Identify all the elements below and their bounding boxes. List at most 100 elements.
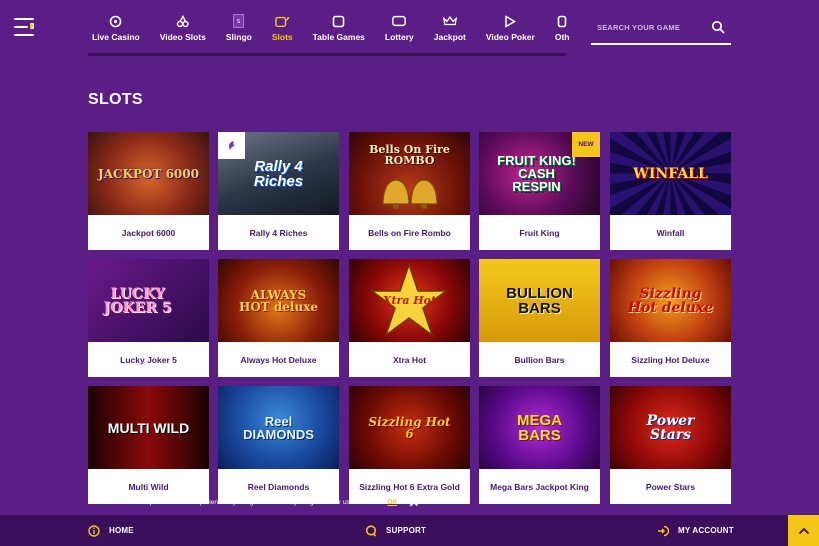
game-card-lucky-joker-5[interactable]: LUCKY JOKER 5 Lucky Joker 5	[88, 259, 209, 377]
search-input[interactable]	[591, 14, 701, 40]
game-logo-text: Reel DIAMONDS	[243, 413, 314, 442]
provider-badge-icon	[218, 132, 245, 159]
nav-item-label: Slots	[271, 32, 293, 42]
game-title: Fruit King	[519, 227, 560, 238]
game-logo-text: ALWAYS HOT deluxe	[239, 287, 318, 314]
game-title: Rally 4 Riches	[249, 227, 308, 238]
close-icon[interactable]	[409, 497, 419, 507]
game-logo-text: LUCKY JOKER 5	[103, 285, 172, 316]
game-thumbnail: Rally 4 Riches	[218, 132, 339, 215]
game-card-jackpot-6000[interactable]: JACKPOT 6000 Jackpot 6000	[88, 132, 209, 250]
game-card-power-stars[interactable]: Power Stars Power Stars	[610, 386, 731, 504]
nav-item-label: Jackpot	[433, 32, 466, 42]
game-logo-text: MEGA BARS	[517, 411, 562, 444]
game-logo-text: Xtra Hot	[382, 294, 437, 307]
game-title: Lucky Joker 5	[120, 354, 177, 365]
slot-machine-icon	[275, 14, 290, 28]
menu-icon[interactable]	[14, 18, 38, 38]
cookie-text: We use cookies to improve the user exper…	[88, 498, 387, 506]
game-thumbnail: Reel DIAMONDS	[218, 386, 339, 469]
game-card-xtra-hot[interactable]: Xtra Hot Xtra Hot	[349, 259, 470, 377]
nav-item-table-games[interactable]: Table Games	[303, 14, 375, 48]
game-title: Sizzling Hot Deluxe	[631, 354, 710, 365]
game-card-sizzling-hot-6-extra-gold[interactable]: Sizzling Hot 6 Sizzling Hot 6 Extra Gold	[349, 386, 470, 504]
nav-item-other[interactable]: Oth	[545, 14, 580, 48]
nav-item-lottery[interactable]: Lottery	[375, 14, 424, 48]
game-thumbnail: FRUIT KING! CASH RESPIN NEW	[479, 132, 600, 215]
game-logo-text: Power Stars	[646, 412, 695, 443]
nav-item-jackpot[interactable]: Jackpot	[424, 14, 476, 48]
top-bar: Live Casino Video Slots S Slingo Slots T…	[0, 0, 819, 60]
bottom-support-button[interactable]: SUPPORT	[365, 515, 426, 546]
bells-icon	[382, 179, 438, 209]
other-icon	[555, 14, 569, 28]
game-logo-text: Sizzling Hot 6	[368, 414, 451, 441]
game-title: Always Hot Deluxe	[240, 354, 317, 365]
game-logo-text: MULTI WILD	[107, 419, 190, 436]
bottom-account-button[interactable]: MY ACCOUNT	[657, 515, 734, 546]
cookie-banner: We use cookies to improve the user exper…	[88, 497, 419, 507]
game-logo-text: WINFALL	[633, 165, 708, 182]
cherries-icon	[176, 14, 190, 28]
game-title: Bells on Fire Rombo	[368, 227, 451, 238]
game-title: Xtra Hot	[392, 354, 427, 365]
nav-item-label: Live Casino	[92, 32, 140, 42]
new-badge: NEW	[572, 132, 600, 157]
nav-item-label: Slingo	[225, 32, 252, 42]
category-nav: Live Casino Video Slots S Slingo Slots T…	[82, 14, 580, 48]
chat-icon	[365, 524, 377, 537]
nav-item-label: Table Games	[312, 32, 365, 42]
game-card-fruit-king[interactable]: FRUIT KING! CASH RESPIN NEW Fruit King	[479, 132, 600, 250]
game-thumbnail: BULLION BARS	[479, 259, 600, 342]
bottom-support-label: SUPPORT	[386, 526, 427, 535]
game-thumbnail: Sizzling Hot 6	[349, 386, 470, 469]
bottom-bar: HOME SUPPORT MY ACCOUNT	[0, 515, 819, 546]
bottom-home-label: HOME	[109, 526, 134, 535]
game-thumbnail: Sizzling Hot deluxe	[610, 259, 731, 342]
game-card-bullion-bars[interactable]: BULLION BARS Bullion Bars	[479, 259, 600, 377]
game-card-multi-wild[interactable]: MULTI WILD Multi Wild	[88, 386, 209, 504]
game-card-rally-4-riches[interactable]: Rally 4 Riches Rally 4 Riches	[218, 132, 339, 250]
game-card-winfall[interactable]: WINFALL Winfall	[610, 132, 731, 250]
nav-item-slingo[interactable]: S Slingo	[216, 14, 262, 48]
slingo-card-icon: S	[232, 14, 246, 28]
scroll-to-top-button[interactable]	[788, 515, 819, 546]
section-title: SLOTS	[88, 91, 143, 108]
login-icon	[657, 525, 670, 537]
game-thumbnail: LUCKY JOKER 5	[88, 259, 209, 342]
crown-icon	[442, 14, 457, 28]
game-card-mega-bars-jackpot-king[interactable]: MEGA BARS Mega Bars Jackpot King	[479, 386, 600, 504]
game-card-always-hot-deluxe[interactable]: ALWAYS HOT deluxe Always Hot Deluxe	[218, 259, 339, 377]
game-card-reel-diamonds[interactable]: Reel DIAMONDS Reel Diamonds	[218, 386, 339, 504]
game-thumbnail: MULTI WILD	[88, 386, 209, 469]
game-title: Jackpot 6000	[121, 227, 176, 238]
game-thumbnail: MEGA BARS	[479, 386, 600, 469]
chevron-up-icon	[798, 527, 809, 534]
search-box	[591, 14, 731, 45]
game-logo-text: BULLION BARS	[506, 284, 573, 317]
game-thumbnail: Bells On Fire ROMBO	[349, 132, 470, 215]
game-thumbnail: JACKPOT 6000	[88, 132, 209, 215]
game-logo-text: Sizzling Hot deluxe	[627, 285, 714, 316]
game-card-bells-on-fire-rombo[interactable]: Bells On Fire ROMBO Bells on Fire Rombo	[349, 132, 470, 250]
game-title: Bullion Bars	[514, 354, 565, 365]
game-thumbnail: ALWAYS HOT deluxe	[218, 259, 339, 342]
nav-item-video-slots[interactable]: Video Slots	[150, 14, 216, 48]
search-icon[interactable]	[711, 20, 725, 34]
nav-item-label: Video Slots	[159, 32, 206, 42]
nav-scrollbar[interactable]	[88, 53, 566, 56]
play-icon	[503, 14, 517, 28]
nav-item-label: Lottery	[384, 32, 414, 42]
nav-item-video-poker[interactable]: Video Poker	[476, 14, 545, 48]
cookie-ok-link[interactable]: OK	[387, 499, 397, 506]
game-thumbnail: Power Stars	[610, 386, 731, 469]
roulette-icon	[109, 14, 123, 28]
nav-item-label: Video Poker	[485, 32, 535, 42]
game-thumbnail: WINFALL	[610, 132, 731, 215]
bottom-home-button[interactable]: HOME	[88, 515, 134, 546]
nav-item-slots[interactable]: Slots	[262, 14, 303, 48]
game-title: Mega Bars Jackpot King	[490, 481, 589, 492]
game-card-sizzling-hot-deluxe[interactable]: Sizzling Hot deluxe Sizzling Hot Deluxe	[610, 259, 731, 377]
game-thumbnail: Xtra Hot	[349, 259, 470, 342]
nav-item-live-casino[interactable]: Live Casino	[82, 14, 150, 48]
